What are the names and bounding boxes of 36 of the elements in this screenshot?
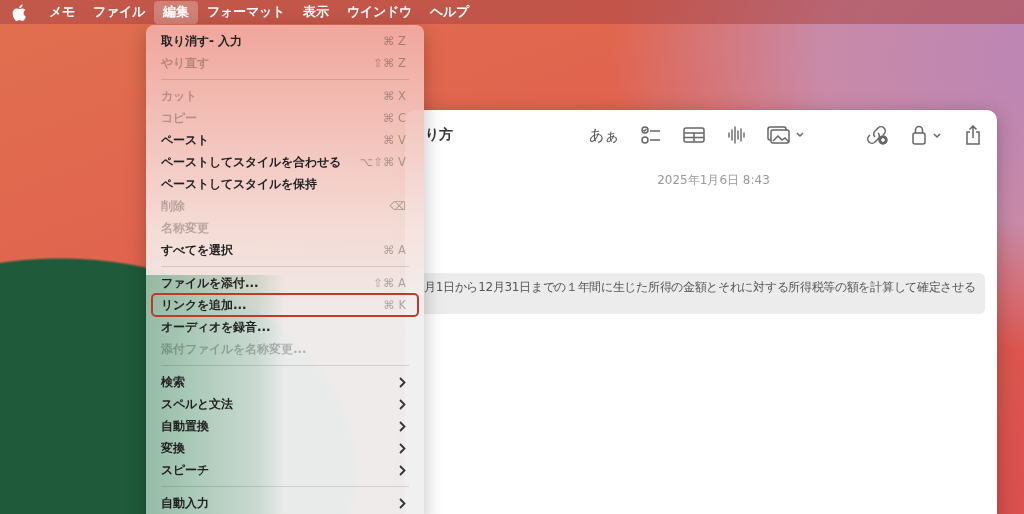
menu-item[interactable]: スペルと文法	[152, 393, 418, 415]
menu-item[interactable]: 変換	[152, 437, 418, 459]
menu-bar-item[interactable]: メモ	[40, 0, 84, 24]
chevron-right-icon	[399, 464, 406, 476]
checklist-icon[interactable]	[641, 126, 661, 144]
note-text-block: 月1日から12月31日までの１年間に生じた所得の金額とそれに対する所得税等の額を計算して確定させる	[405, 273, 985, 314]
waveform-icon[interactable]	[727, 125, 745, 145]
note-date: 2025年1月6日 8:43	[656, 172, 771, 189]
collaborate-link-icon[interactable]	[867, 125, 889, 145]
menu-item[interactable]: 取り消す- 入力 ⌘ Z	[152, 30, 418, 52]
menu-item[interactable]: ペースト ⌘ V	[152, 129, 418, 151]
chevron-right-icon	[399, 497, 406, 509]
chevron-right-icon	[399, 398, 406, 410]
menu-item[interactable]: オーディオを録音...	[152, 316, 418, 338]
media-dropdown-icon[interactable]	[767, 126, 805, 144]
chevron-right-icon	[399, 420, 406, 432]
menu-item[interactable]: 検索	[152, 371, 418, 393]
menu-item[interactable]: ペーストしてスタイルを合わせる ⌥⇧⌘ V	[152, 151, 418, 173]
table-icon[interactable]	[683, 127, 705, 143]
apple-logo-icon[interactable]	[12, 3, 26, 21]
menu-item[interactable]: すべてを選択 ⌘ A	[152, 239, 418, 261]
menu-item[interactable]: ペーストしてスタイルを保持	[152, 173, 418, 195]
share-icon[interactable]	[965, 125, 981, 145]
menu-bar-item[interactable]: ヘルプ	[421, 0, 478, 24]
menu-bar-item[interactable]: ウインドウ	[338, 0, 421, 24]
menu-bar-item[interactable]: ファイル	[84, 0, 154, 24]
menu-bar-item[interactable]: 表示	[294, 0, 338, 24]
chevron-right-icon	[399, 376, 406, 388]
menu-item[interactable]: スピーチ	[152, 459, 418, 481]
lock-dropdown-icon[interactable]	[911, 125, 943, 145]
menu-bar-item[interactable]: フォーマット	[198, 0, 294, 24]
window-title: り方	[425, 126, 453, 144]
format-button[interactable]: あぁ	[589, 125, 619, 145]
menu-item[interactable]: 自動入力	[152, 492, 418, 514]
chevron-right-icon	[399, 442, 406, 454]
menu-item[interactable]: 自動置換	[152, 415, 418, 437]
